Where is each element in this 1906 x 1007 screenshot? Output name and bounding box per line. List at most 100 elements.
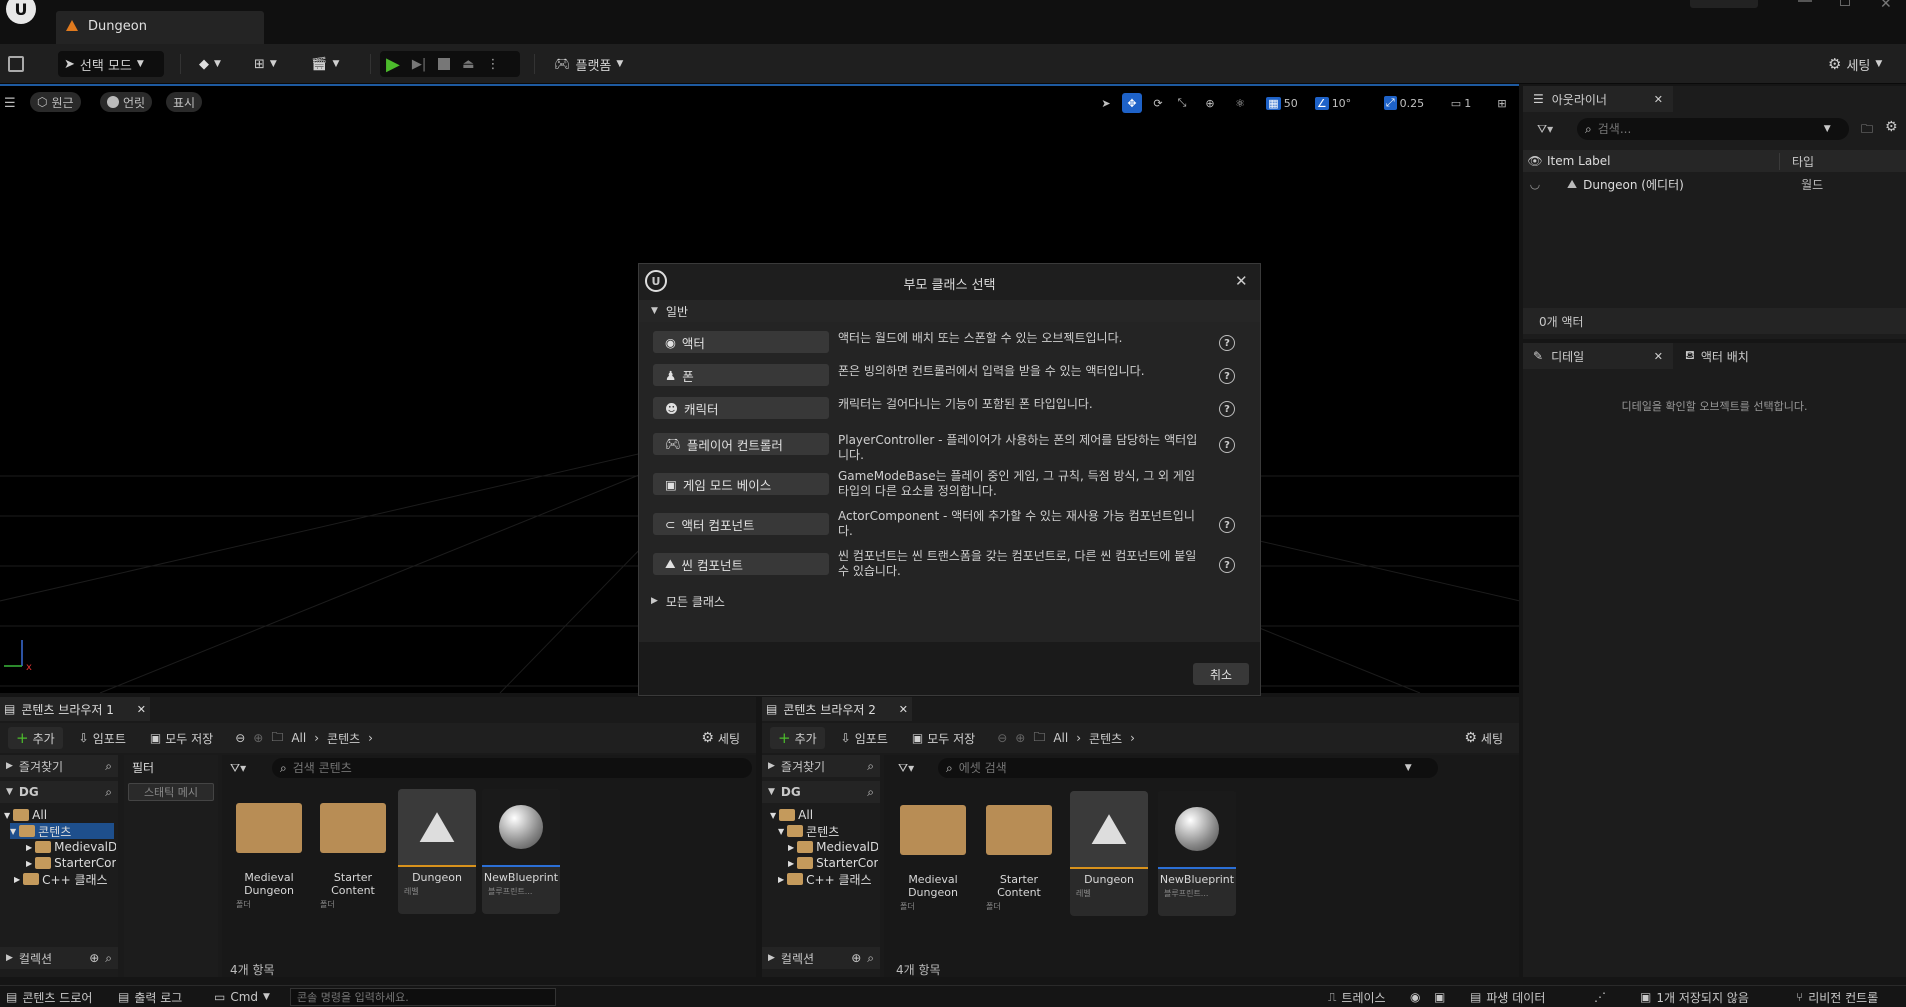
filter-icon[interactable]: ⛛▾ xyxy=(230,761,246,776)
select-mode-dropdown[interactable]: ➤ 선택 모드 ▼ xyxy=(58,51,164,77)
cinematics-dropdown[interactable]: 🎬︎ ▼ xyxy=(305,51,351,77)
search-icon[interactable]: ⌕ xyxy=(105,759,112,774)
camera-speed-button[interactable]: ▭ 1 xyxy=(1444,93,1478,113)
outliner-search[interactable]: ⌕ ▼ xyxy=(1577,118,1849,140)
save-icon[interactable] xyxy=(8,56,24,72)
tree-item-content[interactable]: ▼ 콘텐츠 xyxy=(10,823,114,839)
class-button-game-mode-base[interactable]: ▣ 게임 모드 베이스 xyxy=(653,473,829,495)
surface-snap-icon[interactable]: ⚛ xyxy=(1230,93,1250,113)
close-icon[interactable]: ✕ xyxy=(1654,350,1663,363)
maximize-icon[interactable] xyxy=(1840,0,1850,6)
close-icon[interactable]: ✕ xyxy=(899,703,908,716)
asset-tile-blueprint[interactable]: NewBlueprint 블루프린트... xyxy=(1158,791,1236,916)
asset-tile-level[interactable]: ⛰︎ Dungeon 레벨 xyxy=(1070,791,1148,916)
col-item-label[interactable]: Item Label xyxy=(1547,154,1779,168)
close-icon[interactable]: ✕ xyxy=(137,703,146,716)
close-icon[interactable]: ✕ xyxy=(1654,93,1663,106)
dialog-close-icon[interactable]: ✕ xyxy=(1235,272,1248,290)
help-icon[interactable]: ? xyxy=(1219,335,1235,351)
search-input[interactable] xyxy=(958,761,1399,775)
help-icon[interactable]: ? xyxy=(1219,517,1235,533)
col-type[interactable]: 타입 xyxy=(1779,152,1814,170)
settings-dropdown[interactable]: ⚙ 세팅 ▼ xyxy=(1822,51,1900,77)
help-icon[interactable]: ? xyxy=(1219,557,1235,573)
record-icon[interactable]: ◉ xyxy=(1410,988,1420,1006)
add-icon[interactable]: ⊕ xyxy=(851,951,861,965)
class-button-scene-component[interactable]: ⛰︎ 씬 컴포넌트 xyxy=(653,553,829,575)
tree-item-medieval[interactable]: ▶ MedievalD xyxy=(26,839,116,855)
breadcrumb-content[interactable]: 콘텐츠 xyxy=(327,730,360,747)
menu-bar[interactable] xyxy=(64,0,394,4)
section-all-classes[interactable]: ▶ 모든 클래스 xyxy=(639,590,1260,612)
tree-item-starter[interactable]: ▶ StarterCor xyxy=(26,855,116,871)
favorites-header[interactable]: ▶ 즐겨찾기 ⌕ xyxy=(762,755,880,777)
bookmark-icon[interactable]: ⋰ xyxy=(1594,988,1606,1006)
section-common[interactable]: ▼ 일반 xyxy=(639,300,1260,322)
tab-content-browser-1[interactable]: ▤ 콘텐츠 브라우저 1 ✕ xyxy=(0,697,150,721)
asset-tile-blueprint[interactable]: NewBlueprint 블루프린트... xyxy=(482,789,560,914)
favorites-header[interactable]: ▶ 즐겨찾기 ⌕ xyxy=(0,755,118,777)
class-button-actor-component[interactable]: ⊂ 액터 컴포넌트 xyxy=(653,513,829,535)
asset-tile-folder[interactable]: Starter Content 폴더 xyxy=(314,789,392,914)
asset-tile-folder[interactable]: Medieval Dungeon 폴더 xyxy=(230,789,308,914)
filter-icon[interactable]: ⛛▾ xyxy=(1537,122,1553,137)
output-log-button[interactable]: ▤ 출력 로그 xyxy=(118,988,182,1006)
stop-icon[interactable] xyxy=(438,58,451,70)
trace-button[interactable]: ⎍ 트레이스 xyxy=(1328,988,1386,1006)
unreal-logo[interactable]: U xyxy=(6,0,36,24)
collections-header[interactable]: ▶ 컬렉션 ⊕ ⌕ xyxy=(0,947,118,969)
blueprint-dropdown[interactable]: ⊞ ▼ xyxy=(248,51,294,77)
tab-content-browser-2[interactable]: ▤ 콘텐츠 브라우저 2 ✕ xyxy=(762,697,912,721)
add-button[interactable]: + 추가 xyxy=(8,727,63,749)
tree-item-medieval[interactable]: ▶ MedievalD xyxy=(788,839,878,855)
asset-tile-folder[interactable]: Starter Content 폴더 xyxy=(980,791,1058,916)
scale-snap-button[interactable]: ⤢ 0.25 xyxy=(1378,93,1430,113)
visibility-icon[interactable]: ◡ xyxy=(1523,177,1547,191)
help-icon[interactable]: ? xyxy=(1219,401,1235,417)
grid-snap-button[interactable]: ▦ 50 xyxy=(1261,93,1303,113)
search-icon[interactable]: ⌕ xyxy=(105,951,112,966)
asset-tile-folder[interactable]: Medieval Dungeon 폴더 xyxy=(894,791,972,916)
filter-icon[interactable]: ⛛▾ xyxy=(898,761,914,776)
breadcrumb-content[interactable]: 콘텐츠 xyxy=(1089,730,1122,747)
search-icon[interactable]: ⌕ xyxy=(105,785,112,800)
collections-header[interactable]: ▶ 컬렉션 ⊕ ⌕ xyxy=(762,947,880,969)
import-button[interactable]: ⇩ 임포트 xyxy=(833,727,896,749)
class-button-pawn[interactable]: ♟ 폰 xyxy=(653,364,829,386)
tab-outliner[interactable]: ☰ 아웃라이너 ✕ xyxy=(1523,86,1673,112)
project-header[interactable]: ▼ DG ⌕ xyxy=(0,781,118,803)
back-icon[interactable]: ⊖ xyxy=(235,731,245,745)
select-tool-icon[interactable]: ➤ xyxy=(1096,93,1116,113)
translate-tool-icon[interactable]: ✥ xyxy=(1122,93,1142,113)
filter-chip-static-mesh[interactable]: 스태틱 메시 xyxy=(128,783,214,801)
forward-icon[interactable]: ⊕ xyxy=(1015,731,1025,745)
breadcrumb-all[interactable]: All xyxy=(291,731,306,745)
tree-item-all[interactable]: ▼ All xyxy=(770,807,813,823)
save-all-button[interactable]: ▣ 모두 저장 xyxy=(142,727,221,749)
show-button[interactable]: 표시 xyxy=(166,92,203,112)
tree-item-all[interactable]: ▼ All xyxy=(4,807,47,823)
tree-item-starter[interactable]: ▶ StarterCor xyxy=(788,855,878,871)
step-icon[interactable]: ▶︎| xyxy=(412,57,426,72)
forward-icon[interactable]: ⊕ xyxy=(253,731,263,745)
derived-data-button[interactable]: ▤ 파생 데이터 xyxy=(1470,988,1545,1006)
asset-tile-level[interactable]: ⛰︎ Dungeon 레벨 xyxy=(398,789,476,914)
tree-item-cpp[interactable]: ▶ C++ 클래스 xyxy=(778,871,872,887)
settings-button[interactable]: ⚙ 세팅 xyxy=(1456,727,1511,749)
tab-place-actors[interactable]: ⛾ 액터 배치 xyxy=(1685,343,1749,369)
cmd-dropdown[interactable]: ▭ Cmd ▼ xyxy=(214,988,270,1006)
class-button-player-controller[interactable]: 🎮︎ 플레이어 컨트롤러 xyxy=(653,433,829,455)
import-button[interactable]: ⇩ 임포트 xyxy=(71,727,134,749)
help-icon[interactable]: ? xyxy=(1219,437,1235,453)
content-drawer-button[interactable]: ▤ 콘텐츠 드로어 xyxy=(6,988,92,1006)
add-icon[interactable]: ⊕ xyxy=(89,951,99,965)
world-space-icon[interactable]: ⊕ xyxy=(1200,93,1220,113)
add-actor-dropdown[interactable]: ◆ ▼ xyxy=(193,51,237,77)
gear-icon[interactable]: ⚙ xyxy=(1885,119,1898,135)
class-button-actor[interactable]: ◉ 액터 xyxy=(653,331,829,353)
asset-search[interactable]: ⌕ ▼ xyxy=(938,758,1438,778)
console-input-box[interactable] xyxy=(290,988,556,1006)
search-input[interactable] xyxy=(292,761,693,775)
play-icon[interactable]: ▶ xyxy=(386,54,400,75)
eye-icon[interactable]: 👁︎ xyxy=(1523,154,1547,168)
